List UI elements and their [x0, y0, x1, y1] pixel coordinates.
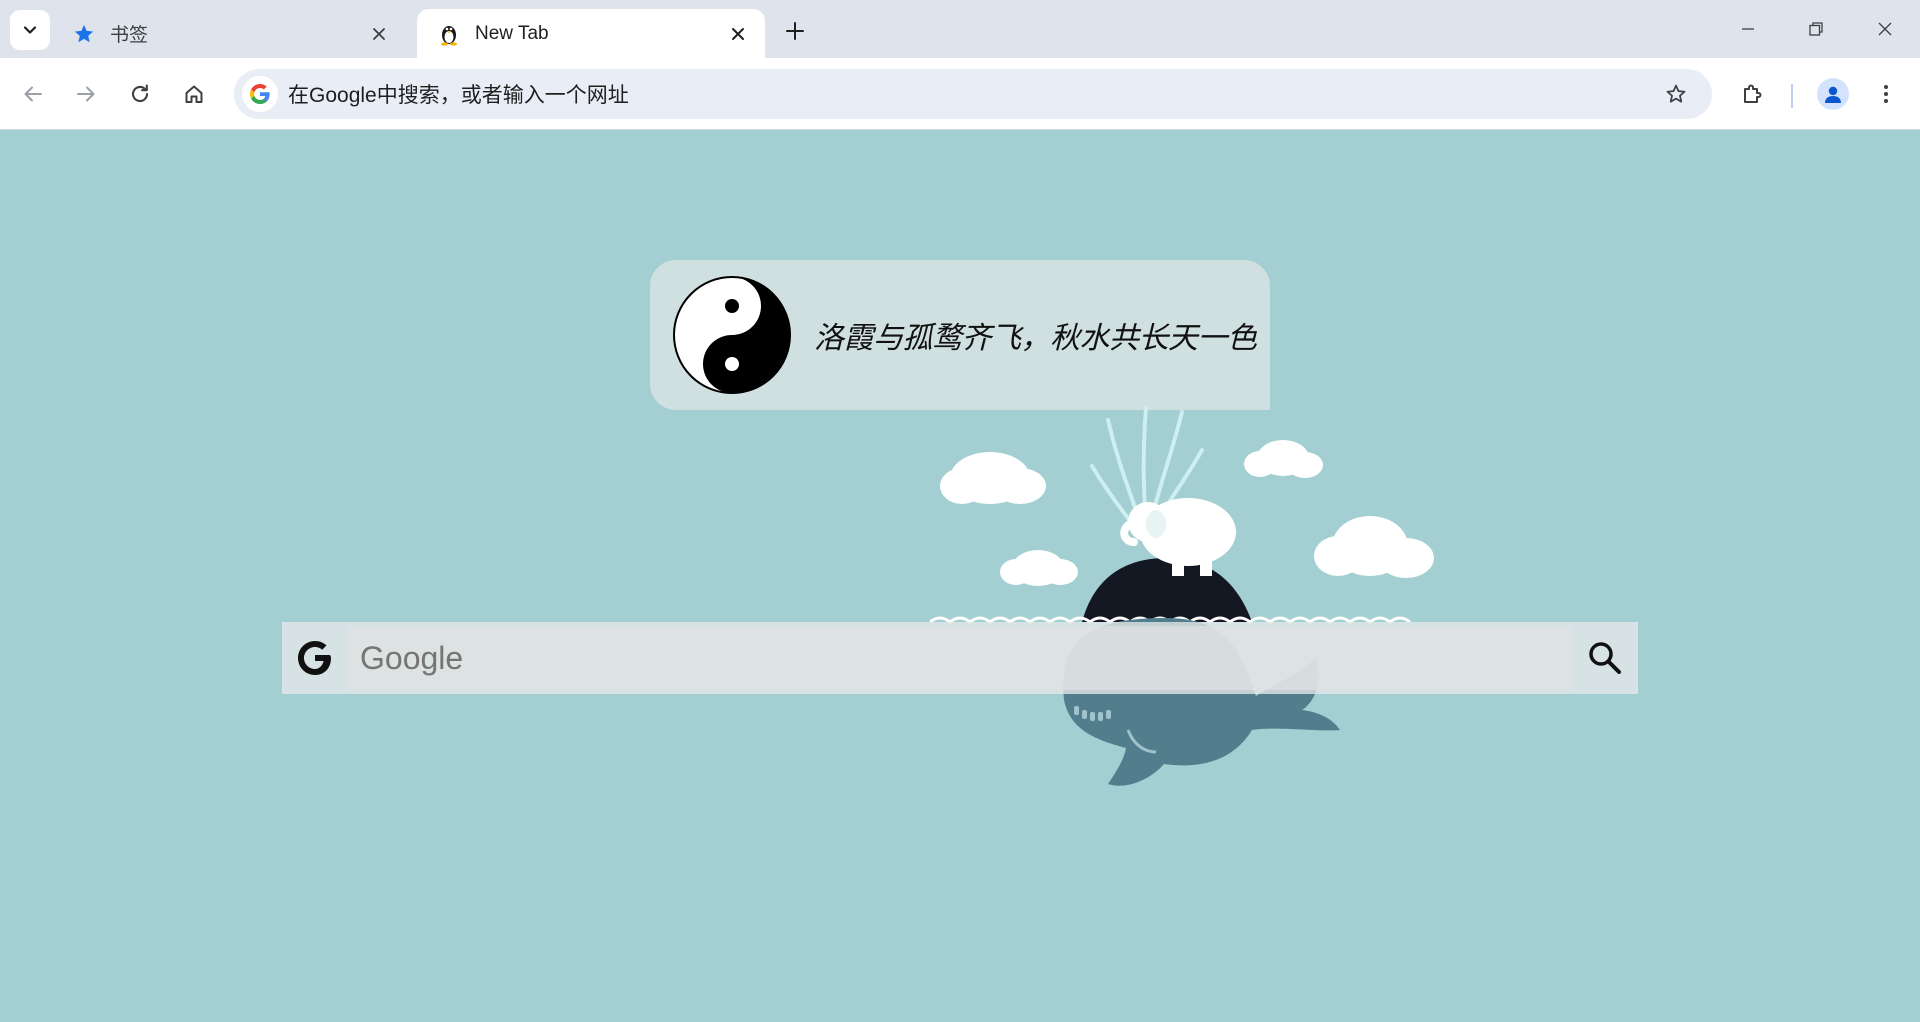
extensions-button[interactable] — [1735, 76, 1771, 112]
new-tab-button[interactable] — [778, 14, 812, 48]
minimize-icon — [1742, 28, 1754, 30]
menu-button[interactable] — [1868, 76, 1904, 112]
tab-close-icon[interactable] — [725, 21, 751, 47]
star-icon — [72, 22, 96, 46]
address-bar[interactable]: 在Google中搜索，或者输入一个网址 — [234, 69, 1712, 119]
tab-strip: 书签 New Tab — [0, 0, 1920, 58]
profile-avatar[interactable] — [1817, 78, 1849, 110]
tab-title: 书签 — [110, 25, 149, 46]
penguin-icon — [437, 22, 461, 46]
tab-close-icon[interactable] — [366, 21, 392, 47]
search-bar — [282, 622, 1638, 694]
restore-button[interactable] — [1788, 8, 1844, 50]
google-logo-icon — [282, 622, 348, 694]
back-button[interactable] — [15, 76, 51, 112]
restore-icon — [1809, 22, 1823, 36]
whale-back — [1082, 558, 1252, 622]
google-g-icon — [242, 76, 278, 112]
puzzle-icon — [1744, 84, 1762, 103]
yin-yang-icon — [673, 276, 791, 394]
tab-bookmarks[interactable]: 书签 — [52, 9, 406, 58]
reload-icon — [131, 84, 149, 103]
tab-search-button[interactable] — [10, 10, 50, 50]
whale-illustration — [929, 406, 1434, 786]
home-button[interactable] — [176, 76, 212, 112]
arrow-left-icon — [24, 86, 42, 102]
close-icon — [1878, 22, 1892, 36]
search-icon — [1589, 642, 1621, 674]
search-button[interactable] — [1572, 622, 1638, 694]
quote-text: 洛霞与孤鹜齐飞，秋水共长天一色 — [814, 322, 1257, 355]
reload-button[interactable] — [122, 76, 158, 112]
close-window-button[interactable] — [1857, 8, 1913, 50]
person-icon — [1825, 86, 1841, 103]
forward-button[interactable] — [68, 76, 104, 112]
address-bar-text: 在Google中搜索，或者输入一个网址 — [288, 84, 629, 107]
minimize-button[interactable] — [1720, 8, 1776, 50]
toolbar-divider — [1791, 84, 1793, 108]
more-vert-icon — [1884, 85, 1888, 103]
bookmark-star-icon[interactable] — [1658, 76, 1694, 112]
chevron-down-icon — [23, 26, 37, 34]
tab-title: New Tab — [475, 22, 549, 44]
browser-toolbar: 在Google中搜索，或者输入一个网址 — [0, 58, 1920, 130]
plus-icon — [786, 22, 804, 40]
quote-card: 洛霞与孤鹜齐飞，秋水共长天一色 — [650, 260, 1270, 410]
tab-new-tab[interactable]: New Tab — [417, 9, 765, 58]
home-icon — [185, 85, 203, 103]
search-input[interactable] — [348, 626, 1572, 690]
arrow-right-icon — [77, 86, 95, 102]
